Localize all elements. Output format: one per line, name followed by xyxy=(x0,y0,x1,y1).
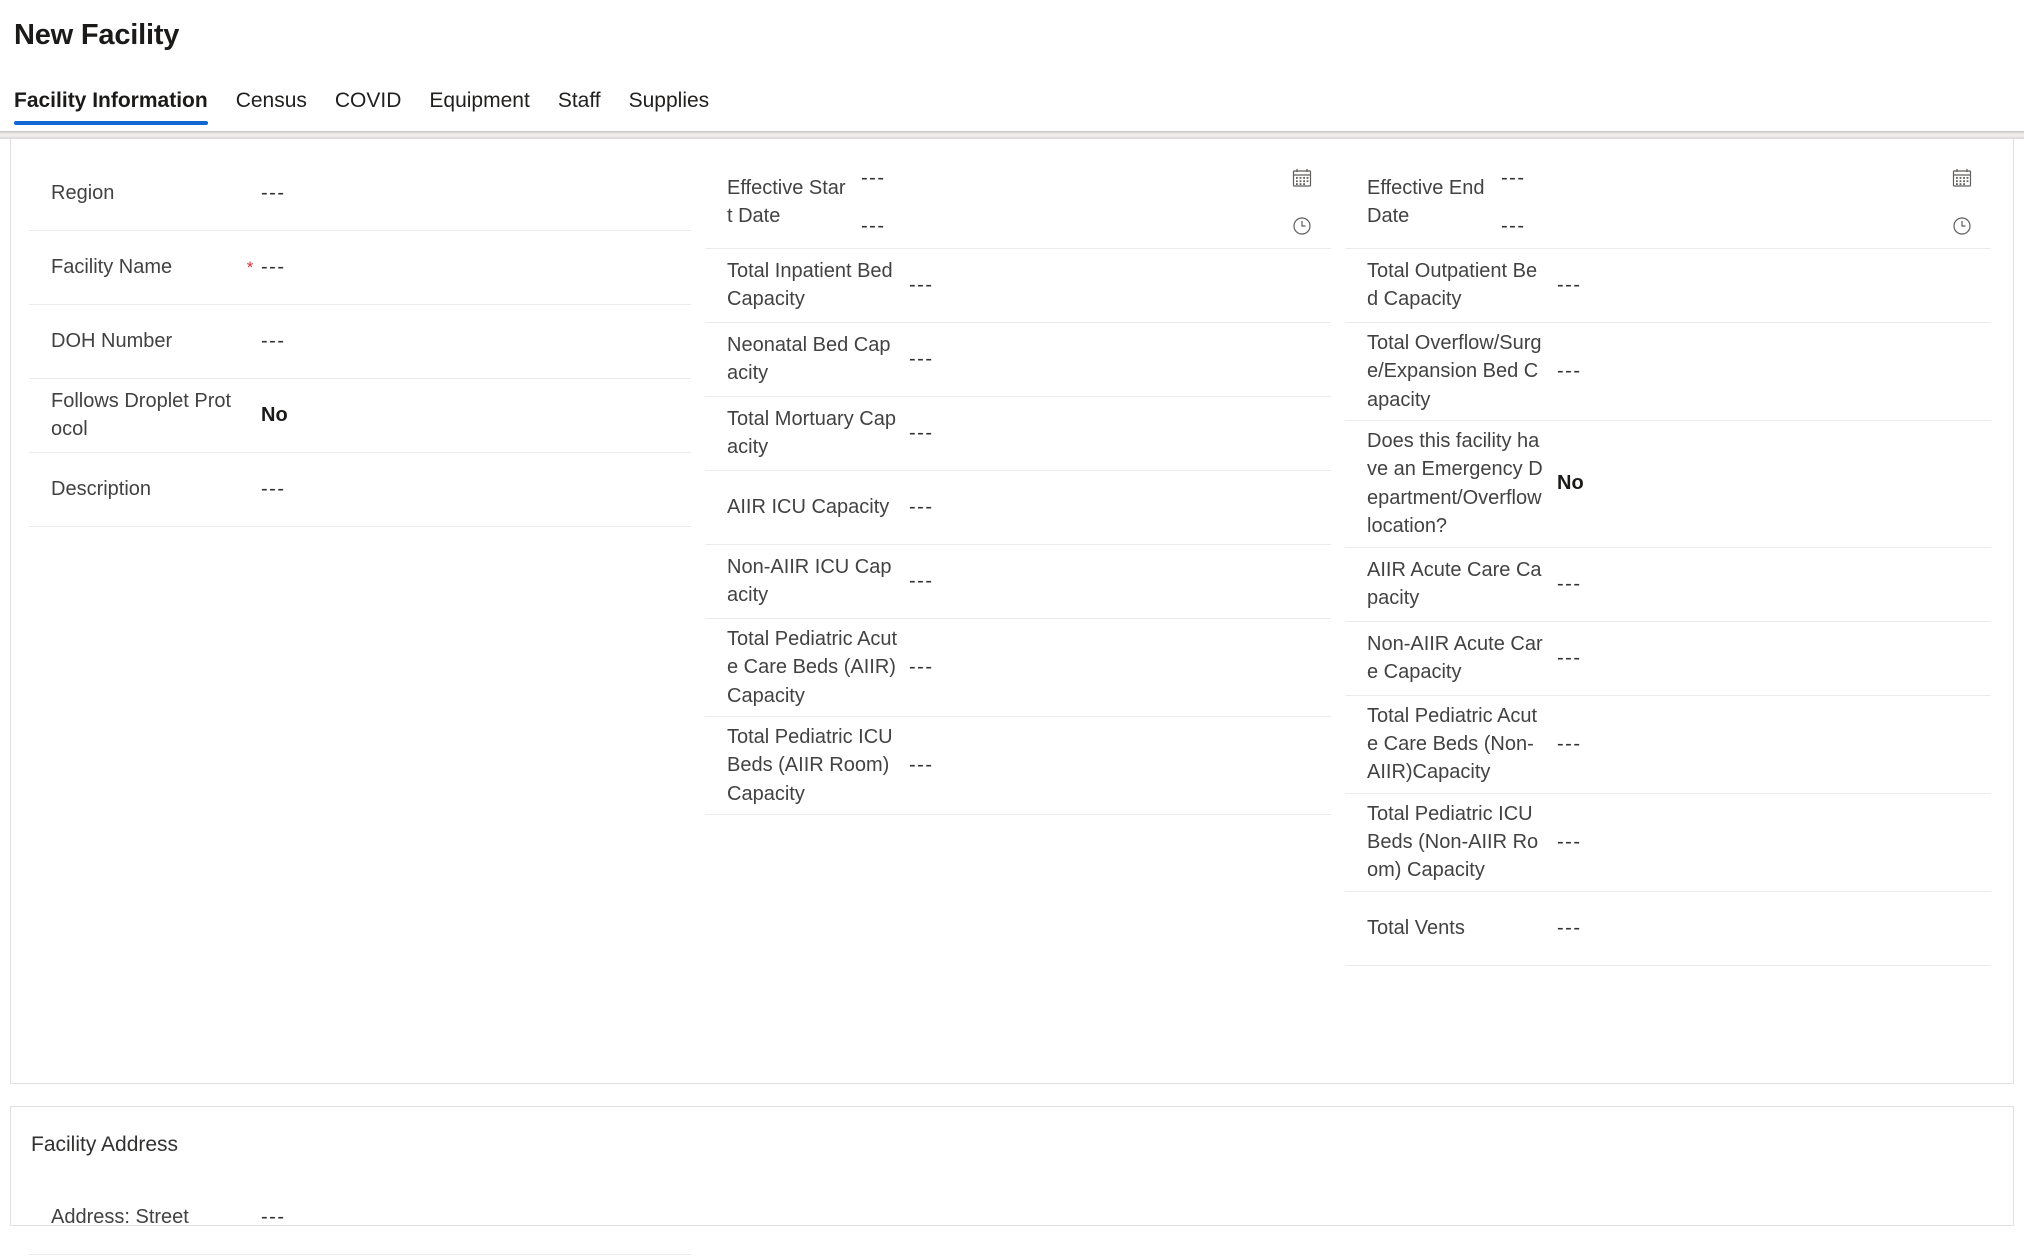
field-value[interactable]: --- xyxy=(1557,573,1581,596)
field-value[interactable]: --- xyxy=(1557,274,1581,297)
field-value[interactable]: --- xyxy=(909,656,933,679)
field-value[interactable]: --- xyxy=(261,330,285,353)
field-label: Non-AIIR Acute Care Capacity xyxy=(1367,632,1543,684)
field-label: DOH Number xyxy=(51,330,173,353)
field-label: Follows Droplet Protocol xyxy=(51,389,232,441)
field-label: Total Pediatric Acute Care Beds (AIIR) C… xyxy=(727,627,898,707)
tab-strip: Facility Information Census COVID Equipment… xyxy=(0,79,2024,125)
field-label: AIIR Acute Care Capacity xyxy=(1367,558,1542,610)
field-row-neonatal-bed-capacity: Neonatal Bed Capacity --- xyxy=(705,323,1331,397)
field-row-total-outpatient-bed-capacity: Total Outpatient Bed Capacity --- xyxy=(1345,249,1991,323)
field-label: Description xyxy=(51,478,152,501)
field-row-total-pediatric-icu-beds-non-aiir-room-capacity: Total Pediatric ICU Beds (Non-AIIR Room)… xyxy=(1345,794,1991,892)
content-divider-strip xyxy=(0,128,2024,139)
tab-staff[interactable]: Staff xyxy=(558,89,601,125)
field-row-address-street: Address: Street --- xyxy=(29,1181,691,1255)
field-row-aiir-icu-capacity: AIIR ICU Capacity --- xyxy=(705,471,1331,545)
field-row-non-aiir-acute-care-capacity: Non-AIIR Acute Care Capacity --- xyxy=(1345,622,1991,696)
field-value[interactable]: --- xyxy=(261,182,285,205)
field-row-total-inpatient-bed-capacity: Total Inpatient Bed Capacity --- xyxy=(705,249,1331,323)
field-label: Total Pediatric Acute Care Beds (Non-AII… xyxy=(1367,704,1538,784)
field-row-effective-end-date: Effective End Date --- --- xyxy=(1345,157,1991,249)
field-value[interactable]: --- xyxy=(261,1206,285,1229)
column-left: Region --- Facility Name * --- DOH Number --- F… xyxy=(11,149,691,527)
field-label: Total Outpatient Bed Capacity xyxy=(1367,259,1538,311)
field-row-non-aiir-icu-capacity: Non-AIIR ICU Capacity --- xyxy=(705,545,1331,619)
date-input[interactable]: --- xyxy=(861,167,885,190)
field-row-effective-start-date: Effective Start Date --- --- xyxy=(705,157,1331,249)
field-row-aiir-acute-care-capacity: AIIR Acute Care Capacity --- xyxy=(1345,548,1991,622)
calendar-icon[interactable] xyxy=(1949,165,1975,191)
tab-covid[interactable]: COVID xyxy=(335,89,402,125)
column-middle: Effective Start Date --- --- Total Inpatien… xyxy=(691,149,1331,816)
facility-address-heading: Facility Address xyxy=(31,1132,179,1156)
facility-address-card: Facility Address Address: Street --- xyxy=(10,1105,2014,1255)
datetime-field-group: --- --- xyxy=(1501,165,1991,239)
field-value[interactable]: No xyxy=(1557,472,1584,495)
field-label: Effective Start Date xyxy=(727,176,846,228)
field-label: Does this facility have an Emergency Dep… xyxy=(1367,429,1543,538)
tab-equipment[interactable]: Equipment xyxy=(429,89,529,125)
field-value[interactable]: --- xyxy=(1557,831,1581,854)
field-row-total-mortuary-capacity: Total Mortuary Capacity --- xyxy=(705,397,1331,471)
field-value[interactable]: --- xyxy=(909,274,933,297)
field-value[interactable]: --- xyxy=(261,478,285,501)
field-row-total-pediatric-acute-care-beds-aiir-capacity: Total Pediatric Acute Care Beds (AIIR) C… xyxy=(705,619,1331,717)
date-input-line: --- xyxy=(861,165,1331,191)
date-input-line: --- xyxy=(1501,165,1991,191)
page-title: New Facility xyxy=(14,19,180,51)
field-row-does-this-facility-have-an-emergency-department-overflow-loc: Does this facility have an Emergency Dep… xyxy=(1345,421,1991,548)
field-value[interactable]: --- xyxy=(909,422,933,445)
field-value[interactable]: --- xyxy=(1557,360,1581,383)
field-label: Total Mortuary Capacity xyxy=(727,407,896,459)
tab-facility-information[interactable]: Facility Information xyxy=(14,89,208,125)
field-row-facility-name: Facility Name * --- xyxy=(29,231,691,305)
time-input[interactable]: --- xyxy=(1501,215,1525,238)
field-value[interactable]: --- xyxy=(1557,917,1581,940)
field-value[interactable]: No xyxy=(261,404,288,427)
date-input[interactable]: --- xyxy=(1501,167,1525,190)
field-row-doh-number: DOH Number --- xyxy=(29,305,691,379)
field-row-total-pediatric-icu-beds-aiir-room-capacity: Total Pediatric ICU Beds (AIIR Room) Cap… xyxy=(705,717,1331,816)
clock-icon[interactable] xyxy=(1949,213,1975,239)
column-right: Effective End Date --- --- Total Outpatient… xyxy=(1331,149,1991,966)
field-value[interactable]: --- xyxy=(1557,733,1581,756)
time-input-line: --- xyxy=(1501,213,1991,239)
time-input[interactable]: --- xyxy=(861,215,885,238)
field-label: Neonatal Bed Capacity xyxy=(727,333,891,385)
field-row-total-pediatric-acute-care-beds-non-aiir-capacity: Total Pediatric Acute Care Beds (Non-AII… xyxy=(1345,696,1991,794)
field-label: Total Pediatric ICU Beds (Non-AIIR Room)… xyxy=(1367,802,1539,882)
field-row-region: Region --- xyxy=(29,157,691,231)
field-label: Total Pediatric ICU Beds (AIIR Room) Cap… xyxy=(727,725,893,805)
field-label: Total Inpatient Bed Capacity xyxy=(727,259,893,311)
field-row-total-vents: Total Vents --- xyxy=(1345,892,1991,966)
field-row-total-overflow-surge-expansion-bed-capacity: Total Overflow/Surge/Expansion Bed Capac… xyxy=(1345,323,1991,421)
tab-census[interactable]: Census xyxy=(236,89,307,125)
field-row-description: Description --- xyxy=(29,453,691,527)
field-label: Total Vents xyxy=(1367,917,1465,940)
field-label: Effective End Date xyxy=(1367,176,1485,228)
field-value[interactable]: --- xyxy=(909,496,933,519)
calendar-icon[interactable] xyxy=(1289,165,1315,191)
field-value[interactable]: --- xyxy=(261,256,285,279)
required-asterisk-icon: * xyxy=(246,257,254,277)
field-label: Facility Name xyxy=(51,256,173,279)
field-row-follows-droplet-protocol: Follows Droplet Protocol No xyxy=(29,379,691,453)
datetime-field-group: --- --- xyxy=(861,165,1331,239)
field-label: Total Overflow/Surge/Expansion Bed Capac… xyxy=(1367,331,1542,411)
clock-icon[interactable] xyxy=(1289,213,1315,239)
field-label: Address: Street xyxy=(51,1206,189,1229)
tab-supplies[interactable]: Supplies xyxy=(629,89,710,125)
address-rows: Address: Street --- xyxy=(11,1173,691,1255)
field-value[interactable]: --- xyxy=(1557,647,1581,670)
field-value[interactable]: --- xyxy=(909,570,933,593)
time-input-line: --- xyxy=(861,213,1331,239)
facility-information-card: Region --- Facility Name * --- DOH Number --- F… xyxy=(10,138,2014,1084)
field-label: Region xyxy=(51,182,115,205)
field-value[interactable]: --- xyxy=(909,348,933,371)
page-header: New Facility xyxy=(0,0,2024,53)
field-value[interactable]: --- xyxy=(909,754,933,777)
field-label: AIIR ICU Capacity xyxy=(727,496,890,519)
field-label: Non-AIIR ICU Capacity xyxy=(727,555,892,607)
